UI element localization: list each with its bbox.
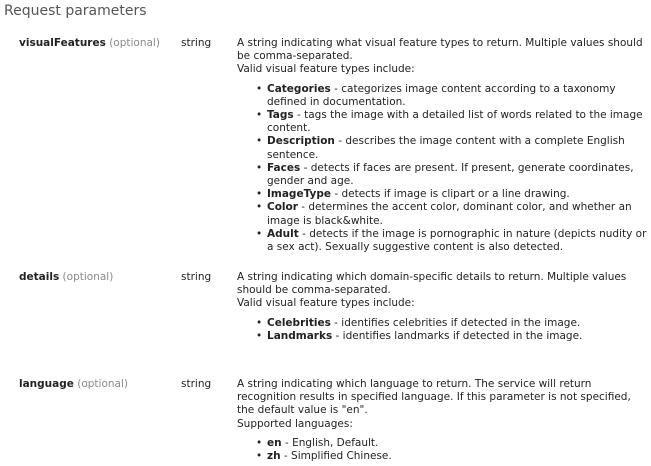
list-item: • Categories - categorizes image content …	[256, 82, 647, 109]
param-value-list: • Celebrities - identifies celebrities if…	[237, 317, 647, 343]
param-description: A string indicating what visual feature …	[237, 37, 643, 63]
param-description: A string indicating which domain-specifi…	[237, 271, 627, 297]
param-type: string	[181, 37, 212, 49]
param-description-cell: A string indicating what visual feature …	[237, 37, 647, 254]
bullet-icon: •	[256, 82, 263, 95]
param-list-intro: Supported languages:	[237, 417, 353, 430]
list-item: • en - English, Default.	[256, 436, 647, 450]
value-term: Landmarks	[267, 329, 333, 342]
list-item: • zh - Simplified Chinese.	[256, 450, 647, 463]
bullet-icon: •	[256, 227, 263, 240]
param-description-cell: A string indicating which domain-specifi…	[237, 271, 647, 343]
list-item: • Faces - detects if faces are present. I…	[256, 161, 647, 188]
bullet-icon: •	[256, 201, 263, 214]
list-item: • Color - determines the accent color, do…	[256, 201, 647, 227]
value-text: - detects if faces are present. If prese…	[267, 161, 634, 188]
param-optional-label: (optional)	[62, 271, 114, 283]
value-text: - detects if image is clipart or a line …	[330, 188, 570, 201]
bullet-icon: •	[256, 135, 263, 148]
bullet-icon: •	[256, 109, 263, 122]
param-list-intro: Valid visual feature types include:	[237, 297, 415, 310]
param-optional-label: (optional)	[109, 37, 160, 49]
param-description: A string indicating which language to re…	[237, 378, 631, 417]
section-title: Request parameters	[4, 3, 147, 19]
value-term: Adult	[267, 227, 299, 240]
param-type: string	[181, 378, 212, 390]
value-text: - English, Default.	[281, 436, 379, 449]
bullet-icon: •	[256, 188, 263, 201]
list-item: • Adult - detects if the image is pornogr…	[256, 227, 647, 254]
list-item: • Celebrities - identifies celebrities if…	[256, 316, 647, 330]
param-name: visualFeatures	[19, 37, 106, 49]
list-item: • ImageType - detects if image is clipart…	[256, 188, 647, 201]
bullet-icon: •	[256, 450, 263, 463]
bullet-icon: •	[256, 329, 263, 342]
param-optional-label: (optional)	[77, 378, 128, 390]
param-value-list: • en - English, Default. • zh - Simplified…	[237, 437, 647, 463]
param-description-cell: A string indicating which language to re…	[237, 378, 647, 463]
value-term: Color	[267, 201, 298, 214]
value-term: ImageType	[267, 188, 331, 201]
value-text: - identifies celebrities if detected in …	[330, 316, 581, 329]
value-term: Categories	[267, 82, 331, 95]
list-item: • Tags - tags the image with a detailed l…	[256, 109, 647, 135]
value-text: - Simplified Chinese.	[280, 450, 392, 463]
bullet-icon: •	[256, 436, 263, 449]
param-name-cell: language (optional)	[19, 378, 128, 391]
param-name: details	[19, 271, 60, 283]
param-value-list: • Categories - categorizes image content …	[237, 83, 647, 255]
param-type: string	[181, 271, 212, 283]
value-text: - tags the image with a detailed list of…	[267, 109, 643, 135]
value-term: Description	[267, 135, 335, 148]
value-term: Celebrities	[267, 316, 331, 329]
value-term: zh	[267, 450, 281, 463]
param-name: language	[19, 378, 74, 390]
value-text: - identifies landmarks if detected in th…	[332, 329, 583, 342]
value-term: en	[267, 436, 282, 449]
value-term: Faces	[267, 161, 301, 174]
bullet-icon: •	[256, 161, 263, 174]
param-list-intro: Valid visual feature types include:	[237, 63, 415, 76]
param-name-cell: visualFeatures (optional)	[19, 37, 160, 50]
value-text: - detects if the image is pornographic i…	[267, 227, 647, 254]
list-item: • Landmarks - identifies landmarks if det…	[256, 329, 647, 343]
value-term: Tags	[267, 109, 294, 122]
bullet-icon: •	[256, 316, 263, 329]
list-item: • Description - describes the image conte…	[256, 135, 647, 161]
param-name-cell: details (optional)	[19, 271, 113, 284]
value-text: - determines the accent color, dominant …	[267, 201, 632, 227]
